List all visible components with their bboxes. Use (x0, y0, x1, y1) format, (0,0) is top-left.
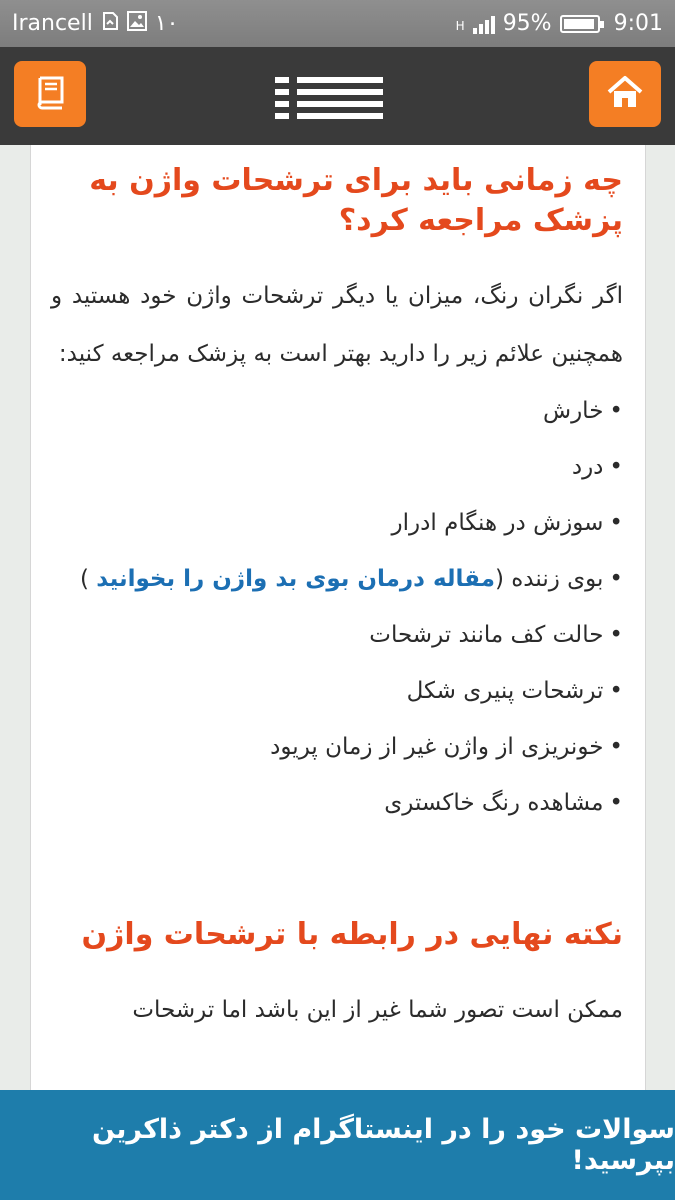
list-item: •درد (571, 454, 623, 480)
article-link[interactable]: مقاله درمان بوی بد واژن را بخوانید (96, 566, 495, 592)
book-button[interactable] (14, 61, 86, 127)
bullet: • (609, 398, 623, 424)
status-bar: Irancell ۱۰ H 95% 9:01 (0, 0, 675, 47)
bullet: • (609, 622, 623, 648)
instagram-banner[interactable]: سوالات خود را در اینستاگرام از دکتر ذاکر… (0, 1090, 675, 1200)
list-item: •ترشحات پنیری شکل (406, 678, 623, 704)
section-heading-2: نکته نهایی در رابطه با ترشحات واژن (81, 917, 623, 952)
bullet: • (609, 566, 623, 592)
bullet: • (609, 678, 623, 704)
bullet: • (609, 510, 623, 536)
status-right: H 95% 9:01 (456, 11, 663, 36)
menu-button[interactable] (275, 77, 383, 121)
list-item: •حالت کف مانند ترشحات (369, 622, 623, 648)
carrier-name: Irancell (12, 11, 93, 36)
bullet: • (609, 790, 623, 816)
bullet: • (609, 734, 623, 760)
intro-paragraph: اگر نگران رنگ، میزان یا دیگر ترشحات واژن… (51, 283, 623, 367)
battery-icon (559, 14, 604, 33)
list-item: •بوی زننده (مقاله درمان بوی بد واژن را ب… (80, 566, 623, 592)
home-icon (606, 74, 644, 114)
battery-fill (563, 18, 594, 29)
notification-count: ۱۰ (154, 11, 179, 36)
symptom-list: •خارش •درد •سوزش در هنگام ادرار •بوی زنن… (51, 383, 623, 831)
app-header (0, 47, 675, 145)
clock: 9:01 (613, 11, 663, 36)
truncated-paragraph: ممکن است تصور شما غیر از این باشد اما تر… (132, 997, 623, 1023)
list-item: •سوزش در هنگام ادرار (391, 510, 623, 536)
list-item: •خارش (543, 398, 623, 424)
list-item: •خونریزی از واژن غیر از زمان پریود (270, 734, 623, 760)
signal-icon (472, 14, 495, 34)
battery-percent: 95% (502, 11, 552, 36)
storage-icon (101, 11, 119, 37)
bullet: • (609, 454, 623, 480)
image-icon (126, 10, 147, 37)
banner-text: سوالات خود را در اینستاگرام از دکتر ذاکر… (91, 1114, 675, 1176)
list-item: •مشاهده رنگ خاکستری (384, 790, 623, 816)
article-content: چه زمانی باید برای ترشحات واژن به پزشک م… (30, 145, 646, 1090)
network-type: H (455, 19, 465, 33)
status-left: Irancell ۱۰ (12, 10, 179, 37)
section-heading: چه زمانی باید برای ترشحات واژن به پزشک م… (89, 163, 623, 238)
book-icon (31, 73, 69, 115)
home-button[interactable] (589, 61, 661, 127)
